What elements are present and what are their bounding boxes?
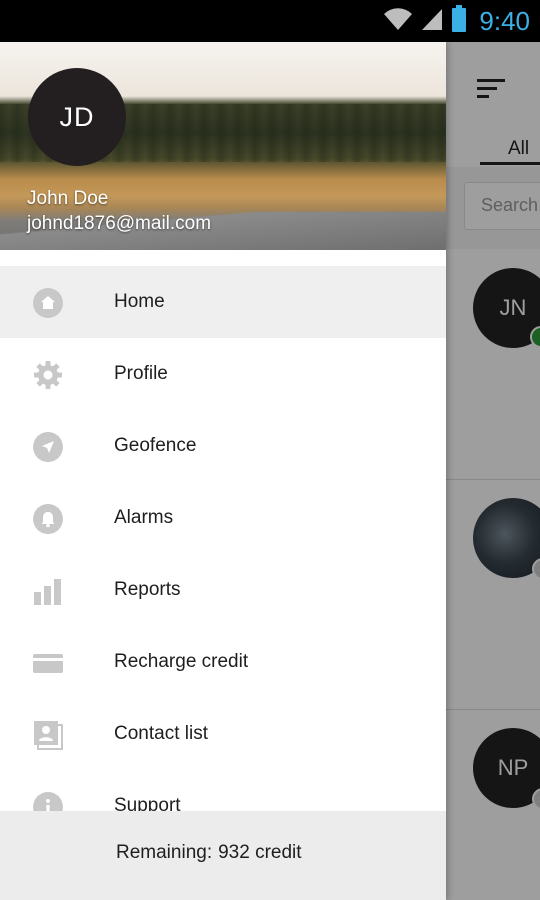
remaining-value: 932 credit <box>218 842 302 863</box>
status-icons: 9:40 <box>383 0 530 42</box>
menu-label: Profile <box>114 363 168 384</box>
remaining-label: Remaining: <box>116 842 213 863</box>
drawer-header: JD John Doe johnd1876@mail.com <box>0 42 446 250</box>
bar-chart-icon <box>32 575 64 607</box>
menu-item-geofence[interactable]: Geofence <box>0 410 446 482</box>
menu-label: Reports <box>114 579 181 600</box>
status-time: 9:40 <box>479 5 530 36</box>
contacts-icon <box>32 719 64 751</box>
menu-label: Recharge credit <box>114 651 249 672</box>
menu-label: Contact list <box>114 723 208 744</box>
credit-footer: Remaining: 932 credit <box>0 811 446 900</box>
navigation-icon <box>32 431 64 463</box>
menu-item-home[interactable]: Home <box>0 266 446 338</box>
drawer-menu: Home Profile Geofence Alarms Reports Rec… <box>0 266 446 842</box>
signal-icon <box>421 7 443 36</box>
wifi-icon <box>383 7 413 36</box>
status-bar: 9:40 <box>0 0 540 42</box>
user-name: John Doe <box>27 188 109 209</box>
remaining-credit: Remaining: 932 credit <box>116 842 302 864</box>
gear-icon <box>32 359 64 391</box>
menu-item-recharge-credit[interactable]: Recharge credit <box>0 626 446 698</box>
menu-item-profile[interactable]: Profile <box>0 338 446 410</box>
menu-item-contact-list[interactable]: Contact list <box>0 698 446 770</box>
user-avatar-initials: JD <box>59 101 95 132</box>
menu-label: Home <box>114 291 165 312</box>
home-icon <box>32 287 64 319</box>
menu-label: Alarms <box>114 507 174 528</box>
user-avatar[interactable]: JD <box>28 68 126 166</box>
user-email: johnd1876@mail.com <box>27 213 212 234</box>
credit-card-icon <box>32 647 64 679</box>
menu-item-alarms[interactable]: Alarms <box>0 482 446 554</box>
navigation-drawer: JD John Doe johnd1876@mail.com Home Prof… <box>0 42 446 900</box>
bell-icon <box>32 503 64 535</box>
menu-label: Geofence <box>114 435 197 456</box>
menu-item-reports[interactable]: Reports <box>0 554 446 626</box>
battery-icon <box>451 4 467 38</box>
